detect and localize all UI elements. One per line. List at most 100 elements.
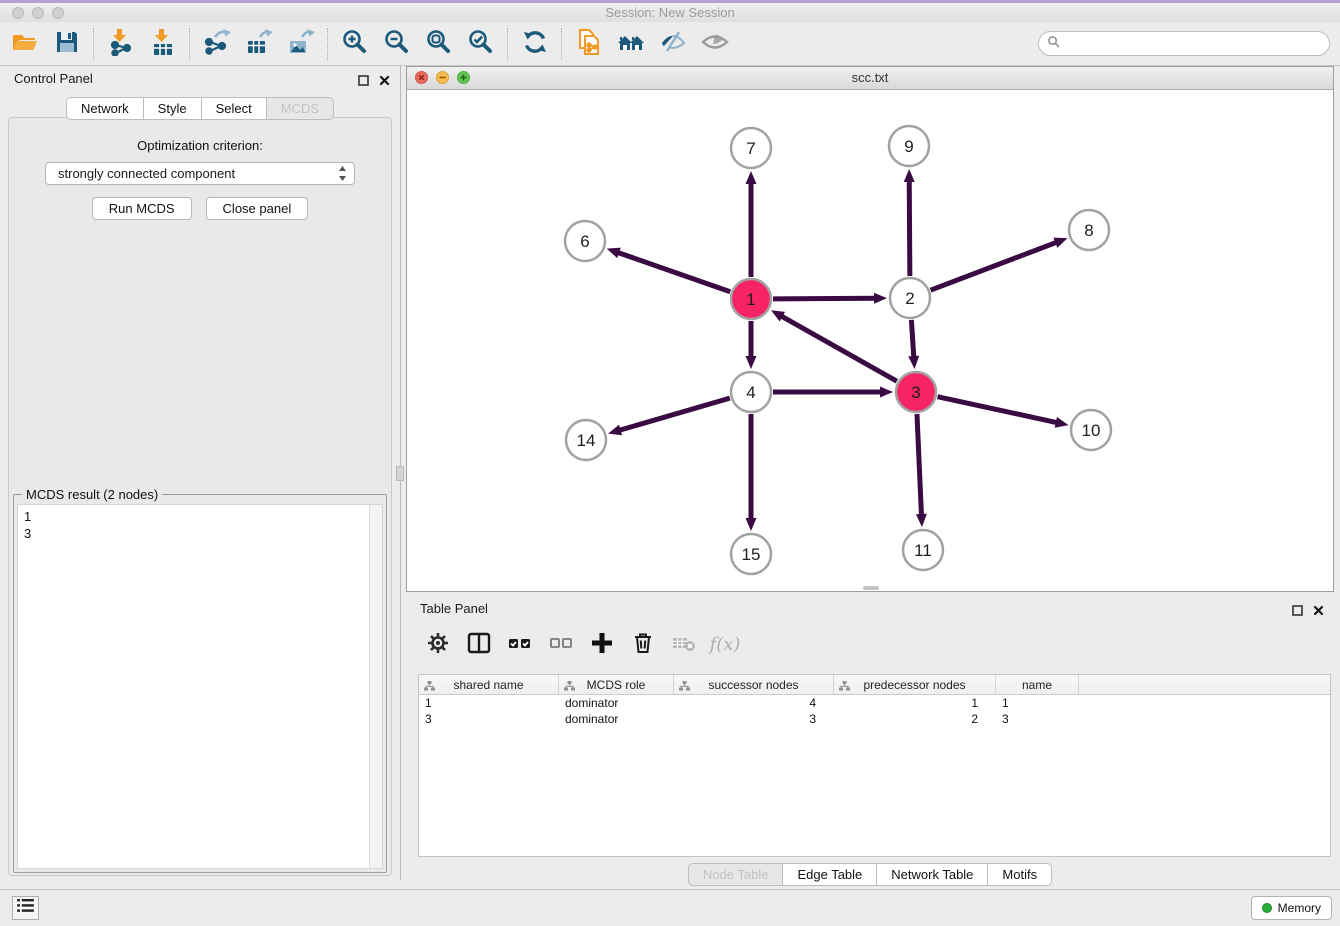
network-canvas[interactable]: 7 9 6 8 1 2 4 3 14 10 15 11 <box>407 90 1333 591</box>
run-mcds-button[interactable]: Run MCDS <box>92 197 192 220</box>
toolbar-separator <box>93 28 95 60</box>
import-table-button[interactable] <box>142 25 184 63</box>
canvas-scroll-thumb[interactable] <box>863 586 879 590</box>
tab-style[interactable]: Style <box>143 97 202 120</box>
graph-edge-1-6[interactable] <box>607 248 731 292</box>
float-table-panel-icon[interactable] <box>1292 603 1303 621</box>
search-box[interactable] <box>1038 31 1330 56</box>
split-columns-button[interactable] <box>461 626 497 662</box>
float-panel-icon[interactable] <box>358 73 369 91</box>
tab-network-table[interactable]: Network Table <box>876 863 988 886</box>
table-cell[interactable]: 1 <box>419 695 559 711</box>
search-input[interactable] <box>1065 35 1321 52</box>
zoom-in-button[interactable] <box>334 25 376 63</box>
table-cell[interactable]: dominator <box>559 695 674 711</box>
criterion-dropdown[interactable]: strongly connected component <box>45 162 355 185</box>
tab-edge-table[interactable]: Edge Table <box>782 863 877 886</box>
task-history-button[interactable] <box>12 896 39 920</box>
gear-button[interactable] <box>420 626 456 662</box>
clone-network-button[interactable] <box>568 25 610 63</box>
search-icon <box>1047 35 1060 53</box>
graph-node-11[interactable]: 11 <box>903 530 943 570</box>
column-header-shared-name[interactable]: shared name <box>419 675 559 694</box>
table-cell[interactable]: 1 <box>834 695 996 711</box>
column-header-successor-nodes[interactable]: successor nodes <box>674 675 834 694</box>
refresh-layout-button[interactable] <box>514 25 556 63</box>
control-panel: Control Panel NetworkStyleSelectMCDS Opt… <box>0 66 401 880</box>
graph-edge-2-8[interactable] <box>931 238 1068 291</box>
table-cell[interactable]: 3 <box>674 711 834 727</box>
table-cell[interactable]: 1 <box>996 695 1079 711</box>
graph-edge-3-11[interactable] <box>916 414 927 527</box>
column-header-name[interactable]: name <box>996 675 1079 694</box>
zoom-fit-button[interactable] <box>418 25 460 63</box>
graph-edge-3-1[interactable] <box>771 310 897 381</box>
table-cell[interactable]: 4 <box>674 695 834 711</box>
home-button[interactable] <box>610 25 652 63</box>
clear-selection-icon <box>548 630 574 659</box>
save-session-button[interactable] <box>46 25 88 63</box>
graph-edge-4-14[interactable] <box>608 398 730 435</box>
graph-node-7[interactable]: 7 <box>731 128 771 168</box>
close-panel-icon[interactable] <box>379 73 390 91</box>
graph-edge-1-2[interactable] <box>773 293 887 304</box>
tab-network[interactable]: Network <box>66 97 144 120</box>
close-panel-button[interactable]: Close panel <box>206 197 309 220</box>
result-scrollbar[interactable] <box>369 505 382 868</box>
graph-node-1[interactable]: 1 <box>731 279 771 319</box>
graph-node-6[interactable]: 6 <box>565 221 605 261</box>
table-row[interactable]: 3dominator323 <box>419 711 1330 727</box>
svg-text:9: 9 <box>904 137 913 156</box>
zoom-selected-button[interactable] <box>460 25 502 63</box>
tab-select[interactable]: Select <box>201 97 267 120</box>
refresh-layout-icon <box>521 28 549 59</box>
open-session-button[interactable] <box>4 25 46 63</box>
table-row[interactable]: 1dominator411 <box>419 695 1330 711</box>
graph-node-3[interactable]: 3 <box>896 372 936 412</box>
svg-text:7: 7 <box>746 139 755 158</box>
graph-node-2[interactable]: 2 <box>890 278 930 318</box>
graph-edge-1-7[interactable] <box>746 171 757 277</box>
graph-node-15[interactable]: 15 <box>731 534 771 574</box>
import-network-button[interactable] <box>100 25 142 63</box>
table-cell[interactable]: 3 <box>996 711 1079 727</box>
export-table-button[interactable] <box>238 25 280 63</box>
status-bar: Memory <box>0 889 1340 926</box>
table-panel: Table Panel f(x) shared nameMCDS rolesuc… <box>406 596 1334 888</box>
column-header-predecessor-nodes[interactable]: predecessor nodes <box>834 675 996 694</box>
tab-mcds[interactable]: MCDS <box>266 97 334 120</box>
delete-button[interactable] <box>625 626 661 662</box>
graph-edge-3-10[interactable] <box>937 397 1068 428</box>
export-image-button[interactable] <box>280 25 322 63</box>
splitter-grip[interactable] <box>396 466 404 481</box>
graph-edge-4-3[interactable] <box>773 387 893 398</box>
graph-edge-4-15[interactable] <box>746 414 757 531</box>
table-cell[interactable]: 3 <box>419 711 559 727</box>
hide-graphics-button[interactable] <box>652 25 694 63</box>
graph-node-4[interactable]: 4 <box>731 372 771 412</box>
table-cell[interactable]: dominator <box>559 711 674 727</box>
graph-edge-2-9[interactable] <box>904 169 915 276</box>
graph-node-8[interactable]: 8 <box>1069 210 1109 250</box>
graph-node-9[interactable]: 9 <box>889 126 929 166</box>
clear-selection-button[interactable] <box>543 626 579 662</box>
add-button[interactable] <box>584 626 620 662</box>
column-header-MCDS-role[interactable]: MCDS role <box>559 675 674 694</box>
show-graphics-button[interactable] <box>694 25 736 63</box>
network-window-titlebar[interactable]: scc.txt <box>407 67 1333 90</box>
mcds-result-textarea[interactable]: 13 <box>17 504 383 869</box>
graph-edge-1-4[interactable] <box>746 321 757 369</box>
select-all-button[interactable] <box>502 626 538 662</box>
svg-text:11: 11 <box>914 541 932 560</box>
memory-status-icon <box>1262 903 1272 913</box>
close-table-panel-icon[interactable] <box>1313 603 1324 621</box>
table-cell[interactable]: 2 <box>834 711 996 727</box>
tab-motifs[interactable]: Motifs <box>987 863 1052 886</box>
graph-node-10[interactable]: 10 <box>1071 410 1111 450</box>
export-network-button[interactable] <box>196 25 238 63</box>
zoom-out-button[interactable] <box>376 25 418 63</box>
graph-edge-2-3[interactable] <box>908 320 919 369</box>
tab-node-table[interactable]: Node Table <box>688 863 784 886</box>
memory-button[interactable]: Memory <box>1251 896 1332 920</box>
graph-node-14[interactable]: 14 <box>566 420 606 460</box>
